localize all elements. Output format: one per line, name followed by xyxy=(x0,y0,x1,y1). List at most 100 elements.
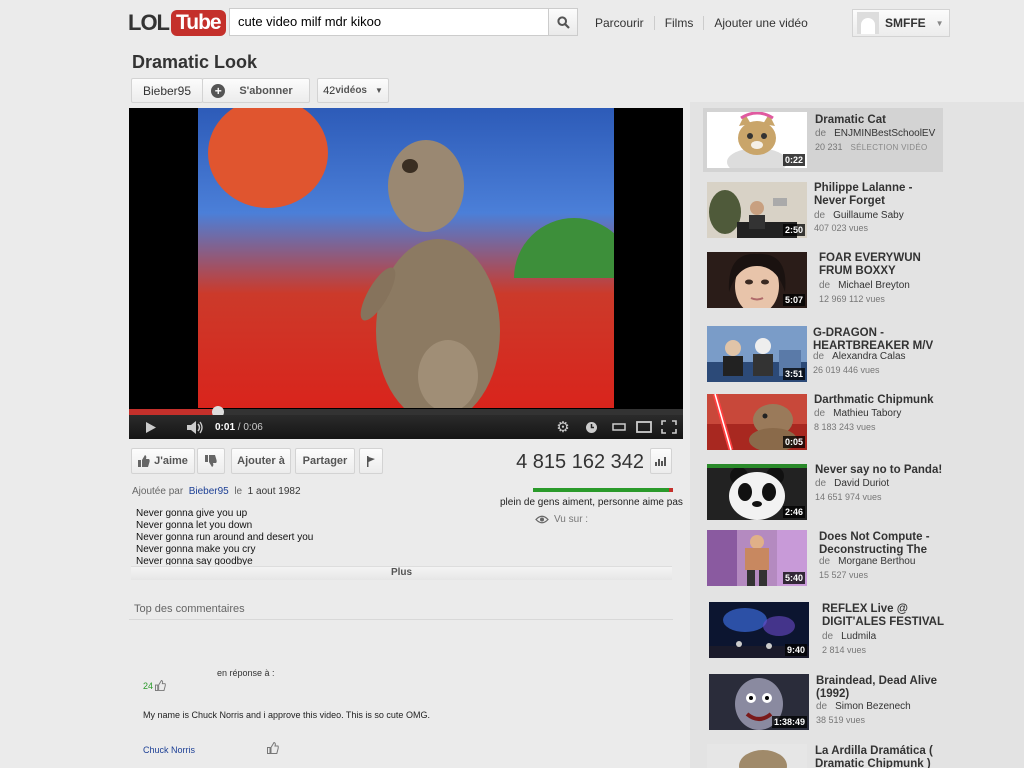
user-avatar-icon xyxy=(857,12,879,34)
search-input[interactable]: cute video milf mdr kikoo xyxy=(229,8,549,36)
author-name[interactable]: Ludmila xyxy=(841,631,876,642)
video-thumbnail[interactable]: 5:07 xyxy=(707,252,807,308)
author-prefix: de xyxy=(815,478,827,489)
related-video-item[interactable]: 2:46 Never say no to Panda! de David Duri… xyxy=(703,462,943,522)
description-line: Never gonna let you down xyxy=(136,520,253,531)
account-menu-button[interactable]: SMFFE ▼ xyxy=(852,9,950,37)
channel-button[interactable]: Bieber95 xyxy=(131,78,203,103)
large-player-icon[interactable] xyxy=(635,415,653,439)
uploader-link[interactable]: Bieber95 xyxy=(189,486,229,497)
like-button[interactable]: J'aime xyxy=(131,448,195,474)
related-video-views: 8 183 243 vues xyxy=(814,422,876,432)
featured-badge: SÉLECTION VIDÉO xyxy=(850,143,928,152)
related-video-views: 407 023 vues xyxy=(814,223,869,233)
related-video-item[interactable]: 5:40 Does Not Compute - Deconstructing T… xyxy=(703,528,943,590)
author-prefix: de xyxy=(814,210,826,221)
comment-author[interactable]: Chuck Norris xyxy=(143,745,195,755)
related-video-views: 2 814 vues xyxy=(822,645,867,655)
video-thumbnail[interactable]: 0:22 xyxy=(707,112,807,168)
flag-button[interactable] xyxy=(359,448,383,474)
seen-on-label: Vu sur : xyxy=(554,514,589,525)
plus-icon: + xyxy=(211,83,226,98)
username-label: SMFFE xyxy=(885,16,926,30)
related-video-item[interactable]: La Ardilla Dramática ( Dramatic Chipmunk… xyxy=(703,742,943,768)
video-thumbnail[interactable]: 2:46 xyxy=(707,464,807,520)
author-prefix: de xyxy=(815,128,827,139)
related-video-title[interactable]: Philippe Lalanne - Never Forget xyxy=(814,182,938,208)
related-video-title[interactable]: G-DRAGON - HEARTBREAKER M/V xyxy=(813,327,939,353)
video-frame[interactable] xyxy=(198,108,614,408)
channel-videos-dropdown[interactable]: 42 vidéos ▼ xyxy=(317,78,389,103)
author-name[interactable]: Michael Breyton xyxy=(838,280,910,291)
video-thumbnail[interactable] xyxy=(707,744,807,768)
view-count: 4 815 162 342 xyxy=(516,451,644,473)
dislike-button[interactable] xyxy=(197,448,225,474)
add-to-button[interactable]: Ajouter à xyxy=(231,448,291,474)
volume-icon[interactable] xyxy=(185,415,205,439)
search-icon xyxy=(556,15,570,29)
video-duration: 2:46 xyxy=(782,506,805,518)
video-player[interactable]: 0:01 / 0:06 ⚙ xyxy=(129,108,683,439)
nav-browse-link[interactable]: Parcourir xyxy=(595,16,654,30)
related-video-title[interactable]: FOAR EVERYWUN FRUM BOXXY xyxy=(819,252,943,278)
video-description: Never gonna give you up Never gonna let … xyxy=(136,508,496,565)
video-thumbnail[interactable]: 2:50 xyxy=(707,182,807,238)
related-video-title[interactable]: Dramatic Cat xyxy=(815,114,943,127)
related-video-title[interactable]: Never say no to Panda! xyxy=(815,464,943,477)
video-duration: 5:07 xyxy=(782,294,805,306)
related-video-title[interactable]: Darthmatic Chipmunk xyxy=(814,394,942,407)
video-thumbnail[interactable]: 9:40 xyxy=(709,602,809,658)
play-icon[interactable] xyxy=(143,415,159,439)
video-thumbnail[interactable]: 5:40 xyxy=(707,530,807,586)
related-video-author: de Mathieu Tabory xyxy=(814,408,901,419)
related-video-item[interactable]: 1:38:49 Braindead, Dead Alive (1992) de S… xyxy=(703,672,943,736)
player-controls: 0:01 / 0:06 ⚙ xyxy=(129,415,683,439)
related-video-views: 38 519 vues xyxy=(816,715,866,725)
related-video-item[interactable]: 3:51 G-DRAGON - HEARTBREAKER M/V de Alexa… xyxy=(703,324,943,382)
video-thumbnail[interactable]: 3:51 xyxy=(707,326,807,382)
search-button[interactable] xyxy=(548,8,578,36)
author-name[interactable]: David Duriot xyxy=(834,478,889,489)
share-button[interactable]: Partager xyxy=(295,448,355,474)
gear-icon[interactable]: ⚙ xyxy=(553,415,573,439)
related-video-item[interactable]: 9:40 REFLEX Live @ DIGIT'ALES FESTIVAL d… xyxy=(703,600,946,664)
related-video-title[interactable]: Braindead, Dead Alive (1992) xyxy=(816,675,944,701)
thumbs-up-icon[interactable] xyxy=(155,680,166,691)
thumbs-down-icon xyxy=(205,455,217,467)
related-video-title[interactable]: REFLEX Live @ DIGIT'ALES FESTIVAL xyxy=(822,603,946,629)
related-video-item[interactable]: 5:07 FOAR EVERYWUN FRUM BOXXY de Michael … xyxy=(703,250,943,314)
fullscreen-icon[interactable] xyxy=(660,415,678,439)
show-more-button[interactable]: Plus xyxy=(131,566,672,580)
related-video-item[interactable]: 0:05 Darthmatic Chipmunk de Mathieu Tabor… xyxy=(703,392,943,452)
site-logo[interactable]: LOL Tube xyxy=(128,8,226,38)
related-video-title[interactable]: Does Not Compute - Deconstructing The xyxy=(819,531,943,557)
subscribe-label: S'abonner xyxy=(239,84,293,97)
small-player-icon[interactable] xyxy=(610,415,628,439)
bar-chart-icon xyxy=(655,457,666,466)
author-name[interactable]: Morgane Berthou xyxy=(838,556,915,567)
thumbs-up-icon[interactable] xyxy=(267,742,279,754)
clock-icon[interactable] xyxy=(583,415,599,439)
author-name[interactable]: Alexandra Calas xyxy=(832,351,905,362)
author-name[interactable]: Guillaume Saby xyxy=(833,210,904,221)
author-name[interactable]: Mathieu Tabory xyxy=(833,408,901,419)
video-duration: 5:40 xyxy=(782,572,805,584)
comment-votes: 24 xyxy=(143,680,166,691)
related-video-author: de Ludmila xyxy=(822,631,876,642)
video-thumbnail[interactable]: 1:38:49 xyxy=(709,674,809,730)
author-name[interactable]: ENJMINBestSchoolEV xyxy=(834,128,935,139)
nav-upload-link[interactable]: Ajouter une vidéo xyxy=(703,16,817,30)
related-video-item[interactable]: 2:50 Philippe Lalanne - Never Forget de G… xyxy=(703,180,943,242)
related-video-views: 12 969 112 vues xyxy=(819,294,885,304)
related-video-item[interactable]: 0:22 Dramatic Cat de ENJMINBestSchoolEV 2… xyxy=(703,108,943,172)
description-line: Never gonna make you cry xyxy=(136,544,256,555)
videos-count: 42 xyxy=(323,84,336,97)
video-thumbnail[interactable]: 0:05 xyxy=(707,394,807,450)
nav-movies-link[interactable]: Films xyxy=(653,16,704,30)
seen-on[interactable]: Vu sur : xyxy=(535,514,588,525)
author-name[interactable]: Simon Bezenech xyxy=(835,701,911,712)
related-video-views: 20 231 SÉLECTION VIDÉO xyxy=(815,142,928,152)
related-video-title[interactable]: La Ardilla Dramática ( Dramatic Chipmunk… xyxy=(815,745,941,768)
stats-button[interactable] xyxy=(650,448,672,474)
subscribe-button[interactable]: + S'abonner xyxy=(202,78,310,103)
